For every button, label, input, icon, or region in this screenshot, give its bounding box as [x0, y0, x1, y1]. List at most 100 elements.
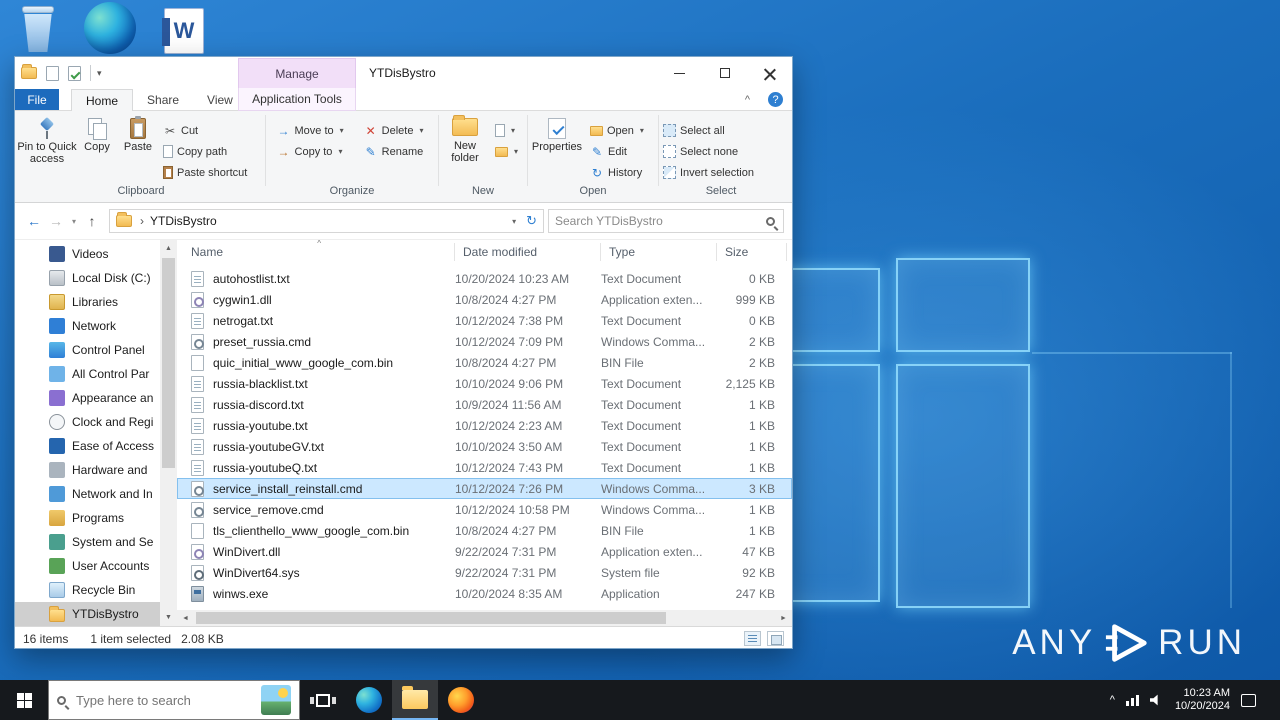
- select-none-button[interactable]: Select none: [659, 141, 762, 162]
- scroll-right-icon[interactable]: ►: [775, 610, 792, 626]
- sidebar-item-network2[interactable]: Network and In: [15, 482, 160, 506]
- sidebar-item-libraries[interactable]: Libraries: [15, 290, 160, 314]
- copy-path-button[interactable]: Copy path: [159, 141, 255, 162]
- help-icon[interactable]: ?: [768, 92, 783, 107]
- rename-button[interactable]: ✎ Rename: [360, 141, 432, 162]
- file-row[interactable]: service_install_reinstall.cmd 10/12/2024 …: [177, 478, 792, 499]
- sidebar-item-programs[interactable]: Programs: [15, 506, 160, 530]
- column-header-type[interactable]: Type: [601, 243, 717, 261]
- start-button[interactable]: [0, 680, 48, 720]
- qat-customize-icon[interactable]: ▾: [97, 68, 102, 79]
- recent-locations-icon[interactable]: ▾: [67, 217, 81, 226]
- easy-access-button[interactable]: ▾: [491, 141, 526, 162]
- taskbar-search-input[interactable]: [76, 692, 261, 708]
- recycle-bin-desktop-icon[interactable]: [20, 6, 56, 52]
- breadcrumb[interactable]: YTDisBystro: [150, 214, 512, 228]
- sidebar-item-appearance[interactable]: Appearance an: [15, 386, 160, 410]
- new-item-button[interactable]: ▾: [491, 120, 526, 141]
- file-row[interactable]: preset_russia.cmd 10/12/2024 7:09 PM Windo…: [177, 331, 792, 352]
- column-header-date-modified[interactable]: Date modified: [455, 243, 601, 261]
- news-weather-icon[interactable]: [261, 685, 291, 715]
- file-row[interactable]: netrogat.txt 10/12/2024 7:38 PM Text Docum…: [177, 310, 792, 331]
- action-center-icon[interactable]: [1241, 693, 1256, 707]
- tab-manage[interactable]: Manage: [238, 58, 356, 88]
- details-view-button[interactable]: [744, 631, 761, 646]
- pin-to-quick-access-button[interactable]: Pin to Quick access: [17, 115, 77, 185]
- history-button[interactable]: ↻ History: [586, 162, 652, 183]
- move-to-button[interactable]: → Move to ▾: [273, 120, 352, 141]
- paste-shortcut-button[interactable]: Paste shortcut: [159, 162, 255, 183]
- sidebar-item-videos[interactable]: Videos: [15, 242, 160, 266]
- taskbar-clock[interactable]: 10:23 AM 10/20/2024: [1175, 687, 1230, 713]
- hidden-icons-chevron-icon[interactable]: ^: [1110, 694, 1115, 706]
- file-row[interactable]: service_remove.cmd 10/12/2024 10:58 PM Win…: [177, 499, 792, 520]
- properties-button[interactable]: Properties: [528, 115, 586, 185]
- paste-button[interactable]: Paste: [117, 115, 159, 185]
- edit-button[interactable]: ✎ Edit: [586, 141, 652, 162]
- sidebar-item-control[interactable]: Control Panel: [15, 338, 160, 362]
- edge-desktop-icon[interactable]: [84, 2, 136, 54]
- tab-share[interactable]: Share: [133, 89, 193, 110]
- select-all-button[interactable]: Select all: [659, 120, 762, 141]
- delete-button[interactable]: ✕ Delete ▾: [360, 120, 432, 141]
- file-row[interactable]: WinDivert64.sys 9/22/2024 7:31 PM System f…: [177, 562, 792, 583]
- file-row[interactable]: russia-youtubeQ.txt 10/12/2024 7:43 PM Tex…: [177, 457, 792, 478]
- up-button[interactable]: ↑: [81, 213, 103, 229]
- search-box[interactable]: [548, 209, 784, 233]
- collapse-ribbon-icon[interactable]: ^: [745, 94, 750, 106]
- address-dropdown-icon[interactable]: ▾: [512, 217, 516, 226]
- open-button[interactable]: Open ▾: [586, 120, 652, 141]
- tab-home[interactable]: Home: [71, 89, 134, 111]
- forward-button[interactable]: →: [45, 213, 67, 229]
- scroll-down-icon[interactable]: ▼: [160, 609, 177, 626]
- sidebar-item-system[interactable]: System and Se: [15, 530, 160, 554]
- sidebar-item-clock[interactable]: Clock and Regi: [15, 410, 160, 434]
- address-bar[interactable]: › YTDisBystro ▾ ↻: [109, 209, 544, 233]
- sidebar-item-folder[interactable]: YTDisBystro: [15, 602, 160, 626]
- sidebar-item-recycle[interactable]: Recycle Bin: [15, 578, 160, 602]
- firefox-taskbar-button[interactable]: [438, 680, 484, 720]
- file-row[interactable]: russia-youtube.txt 10/12/2024 2:23 AM Text…: [177, 415, 792, 436]
- sidebar-item-hardware[interactable]: Hardware and: [15, 458, 160, 482]
- large-icons-view-button[interactable]: [767, 631, 784, 646]
- column-header-name[interactable]: ^ Name: [191, 239, 455, 261]
- file-row[interactable]: cygwin1.dll 10/8/2024 4:27 PM Application …: [177, 289, 792, 310]
- edge-taskbar-button[interactable]: [346, 680, 392, 720]
- search-input[interactable]: [555, 214, 766, 228]
- minimize-button[interactable]: [657, 57, 702, 89]
- invert-selection-button[interactable]: Invert selection: [659, 162, 762, 183]
- refresh-icon[interactable]: ↻: [526, 213, 537, 229]
- column-header-size[interactable]: Size: [717, 243, 787, 261]
- file-row[interactable]: quic_initial_www_google_com.bin 10/8/2024…: [177, 352, 792, 373]
- scrollbar-thumb[interactable]: [196, 612, 666, 624]
- qat-new-folder-icon[interactable]: [68, 65, 81, 81]
- cut-button[interactable]: ✂ Cut: [159, 120, 255, 141]
- sidebar-item-users[interactable]: User Accounts: [15, 554, 160, 578]
- file-row[interactable]: WinDivert.dll 9/22/2024 7:31 PM Applicatio…: [177, 541, 792, 562]
- word-document-desktop-icon[interactable]: W: [162, 8, 204, 54]
- file-row[interactable]: russia-youtubeGV.txt 10/10/2024 3:50 AM Te…: [177, 436, 792, 457]
- file-row[interactable]: winws.exe 10/20/2024 8:35 AM Application 24…: [177, 583, 792, 604]
- file-row[interactable]: tls_clienthello_www_google_com.bin 10/8/2…: [177, 520, 792, 541]
- copy-button[interactable]: Copy: [77, 115, 117, 185]
- maximize-button[interactable]: [702, 57, 747, 89]
- sidebar-item-allcontrol[interactable]: All Control Par: [15, 362, 160, 386]
- network-icon[interactable]: [1125, 694, 1139, 706]
- sidebar-item-network[interactable]: Network: [15, 314, 160, 338]
- qat-properties-icon[interactable]: [46, 65, 59, 81]
- new-folder-button[interactable]: New folder: [439, 115, 491, 185]
- horizontal-scrollbar[interactable]: ◄ ►: [177, 610, 792, 626]
- file-explorer-taskbar-button[interactable]: [392, 680, 438, 720]
- file-row[interactable]: russia-discord.txt 10/9/2024 11:56 AM Text…: [177, 394, 792, 415]
- close-button[interactable]: [747, 57, 792, 89]
- file-row[interactable]: autohostlist.txt 10/20/2024 10:23 AM Text …: [177, 268, 792, 289]
- sidebar-scrollbar[interactable]: ▲ ▼: [160, 240, 177, 626]
- taskbar-search[interactable]: [48, 680, 300, 720]
- sidebar-item-disk[interactable]: Local Disk (C:): [15, 266, 160, 290]
- sidebar-item-access[interactable]: Ease of Access: [15, 434, 160, 458]
- back-button[interactable]: ←: [23, 213, 45, 229]
- copy-to-button[interactable]: → Copy to ▾: [273, 141, 352, 162]
- file-row[interactable]: russia-blacklist.txt 10/10/2024 9:06 PM Te…: [177, 373, 792, 394]
- scrollbar-thumb[interactable]: [162, 258, 175, 468]
- volume-icon[interactable]: [1149, 694, 1158, 706]
